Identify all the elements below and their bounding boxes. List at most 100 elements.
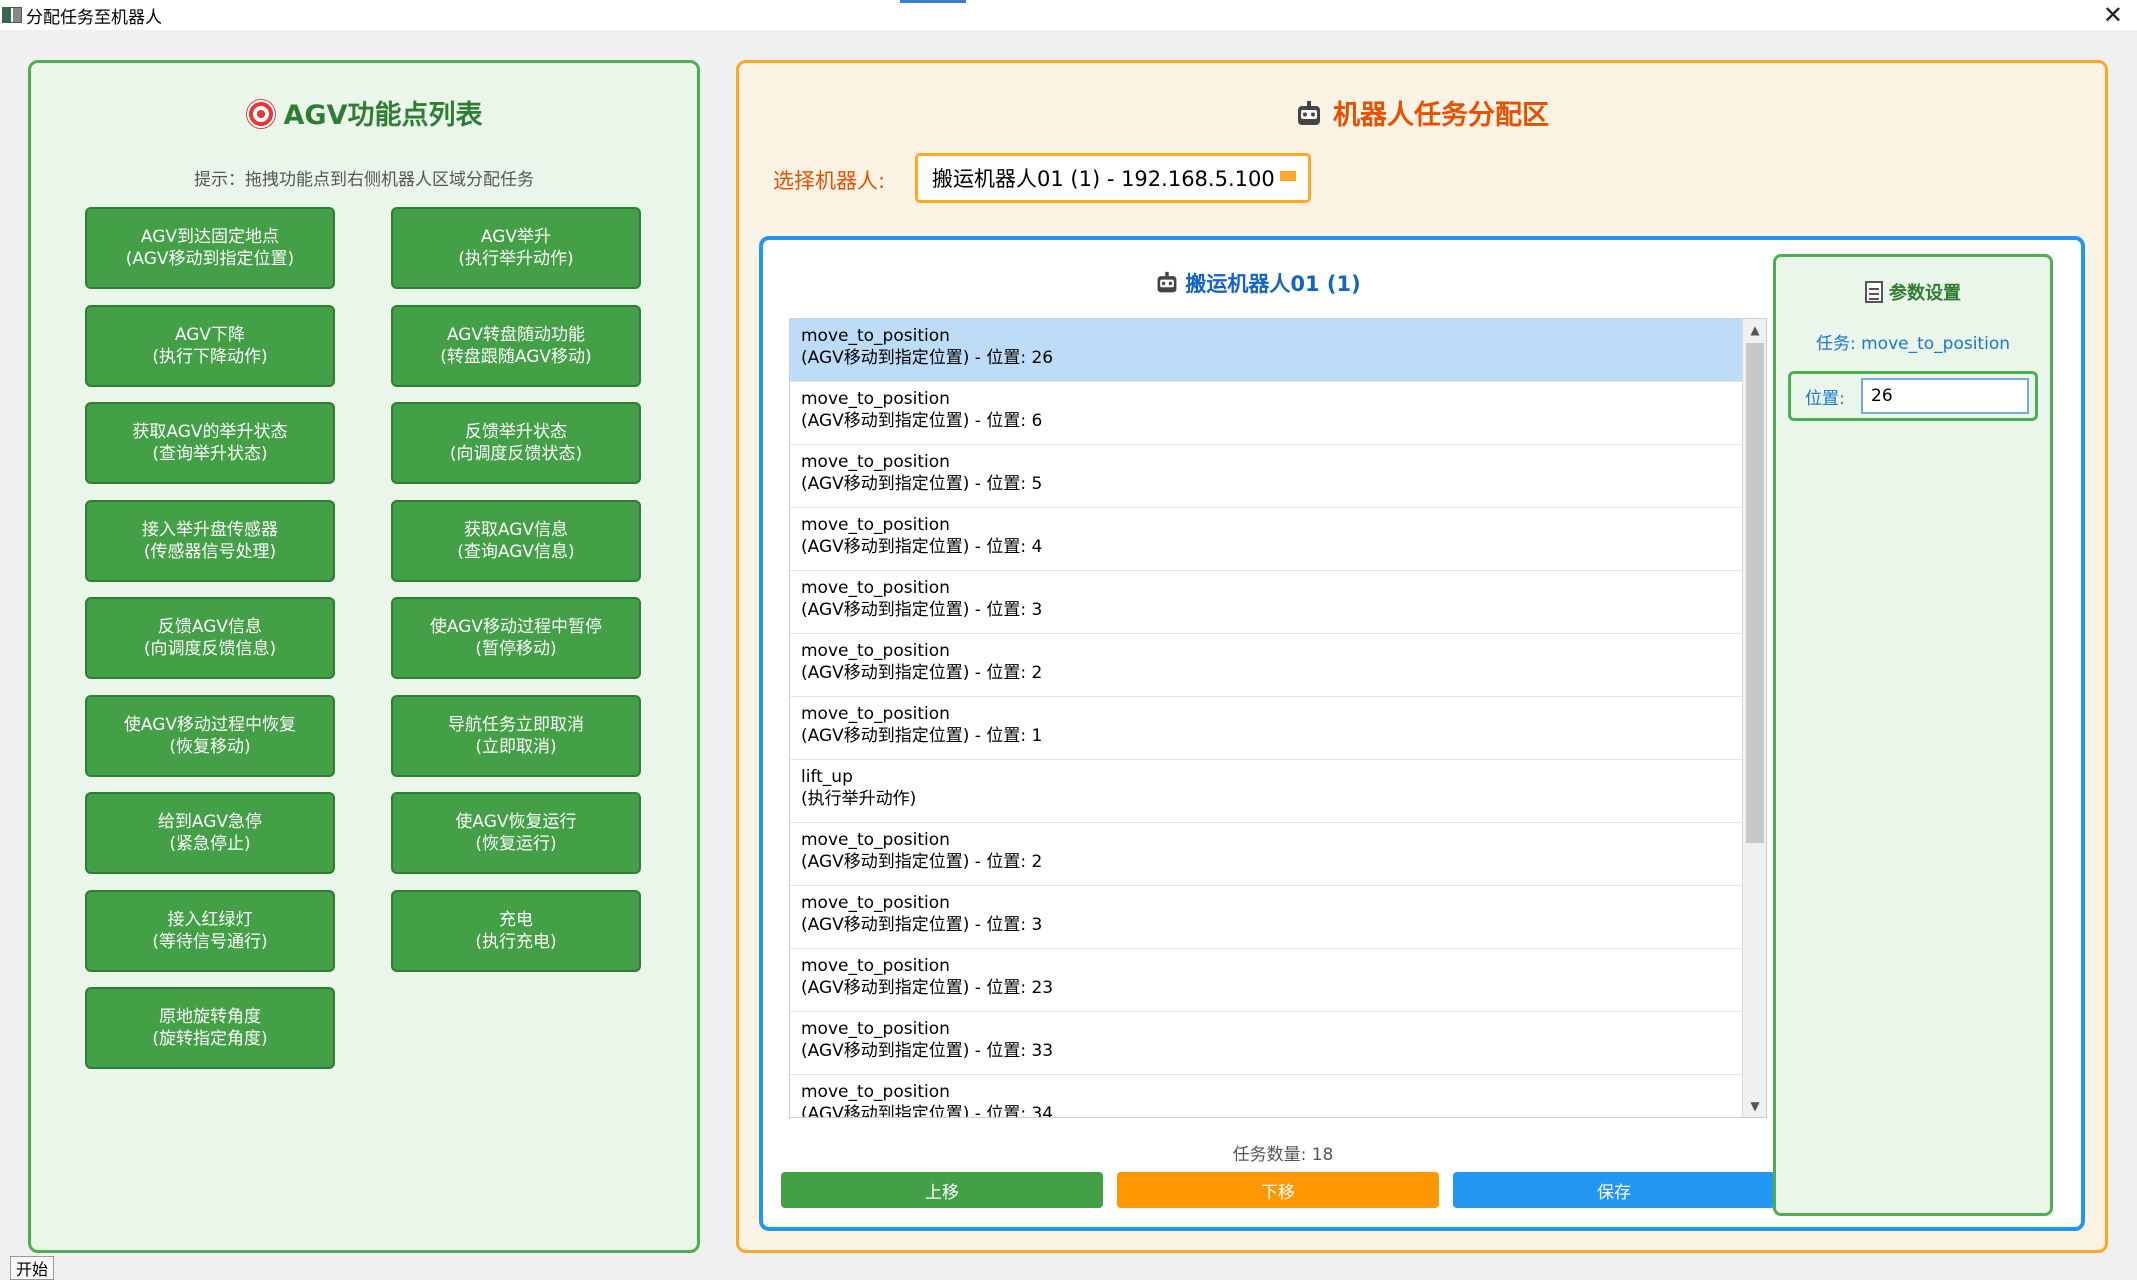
task-description: (AGV移动到指定位置) - 位置: 34 xyxy=(801,1104,1054,1118)
task-list-item[interactable]: move_to_position (AGV移动到指定位置) - 位置: 5 xyxy=(790,445,1743,508)
function-desc: (恢复移动) xyxy=(169,736,251,757)
dropdown-icon[interactable] xyxy=(1280,171,1296,181)
function-desc: (恢复运行) xyxy=(475,834,557,854)
robot-icon xyxy=(1157,271,1177,293)
function-button[interactable]: 使AGV移动过程中暂停 (暂停移动) xyxy=(391,597,641,679)
task-list-item[interactable]: move_to_position (AGV移动到指定位置) - 位置: 23 xyxy=(790,949,1743,1012)
task-list-scrollbar[interactable]: ▲ ▼ xyxy=(1742,319,1766,1117)
robot-name-header: 搬运机器人01 (1) xyxy=(763,268,1753,298)
function-desc: (向调度反馈信息) xyxy=(143,639,277,659)
function-desc: (紧急停止) xyxy=(169,834,251,854)
function-button[interactable]: AGV转盘随动功能 (转盘跟随AGV移动) xyxy=(391,304,641,387)
function-button[interactable]: 使AGV恢复运行 (恢复运行) xyxy=(391,792,641,874)
task-description: (AGV移动到指定位置) - 位置: 3 xyxy=(801,600,1043,620)
scroll-thumb[interactable] xyxy=(1746,343,1764,843)
function-desc: (向调度反馈状态) xyxy=(449,444,583,464)
task-command: move_to_position xyxy=(801,578,950,598)
task-items: move_to_position (AGV移动到指定位置) - 位置: 26 mov… xyxy=(790,319,1766,1118)
task-command: move_to_position xyxy=(801,1019,950,1039)
close-icon[interactable]: ✕ xyxy=(2103,1,2123,29)
task-list-item[interactable]: move_to_position (AGV移动到指定位置) - 位置: 6 xyxy=(790,382,1743,445)
function-desc: (执行下降动作) xyxy=(152,346,268,367)
task-command: move_to_position xyxy=(801,1082,950,1102)
task-description: (AGV移动到指定位置) - 位置: 33 xyxy=(801,1041,1054,1061)
task-description: (AGV移动到指定位置) - 位置: 1 xyxy=(801,726,1043,746)
function-button[interactable]: AGV到达固定地点 (AGV移动到指定位置) xyxy=(85,207,335,289)
position-input[interactable]: 26 xyxy=(1861,378,2029,414)
window-title: 分配任务至机器人 xyxy=(26,7,162,28)
function-name: 反馈举升状态 xyxy=(465,422,567,442)
move-down-button[interactable]: 下移 xyxy=(1117,1172,1439,1208)
task-description: (AGV移动到指定位置) - 位置: 23 xyxy=(801,978,1054,998)
task-list-item[interactable]: move_to_position (AGV移动到指定位置) - 位置: 4 xyxy=(790,508,1743,571)
function-desc: (查询举升状态) xyxy=(152,444,268,464)
start-button[interactable]: 开始 xyxy=(10,1256,54,1280)
function-button[interactable]: 获取AGV的举升状态 (查询举升状态) xyxy=(85,402,335,484)
function-button[interactable]: 接入红绿灯 (等待信号通行) xyxy=(85,889,335,972)
task-list-item[interactable]: move_to_position (AGV移动到指定位置) - 位置: 3 xyxy=(790,571,1743,634)
task-command: lift_up xyxy=(801,767,853,787)
task-list-item[interactable]: lift_up (执行举升动作) xyxy=(790,760,1743,823)
function-desc: (执行举升动作) xyxy=(458,249,574,269)
param-title: 参数设置 xyxy=(1776,279,2050,305)
move-up-button[interactable]: 上移 xyxy=(781,1172,1103,1208)
function-button[interactable]: 充电 (执行充电) xyxy=(391,889,641,972)
function-button[interactable]: 使AGV移动过程中恢复 (恢复移动) xyxy=(85,694,335,777)
task-description: (AGV移动到指定位置) - 位置: 26 xyxy=(801,348,1054,368)
position-param-row: 位置: 26 xyxy=(1788,371,2038,421)
task-list-item[interactable]: move_to_position (AGV移动到指定位置) - 位置: 26 xyxy=(790,319,1743,382)
task-list-item[interactable]: move_to_position (AGV移动到指定位置) - 位置: 3 xyxy=(790,886,1743,949)
task-assign-panel: 机器人任务分配区 选择机器人: 搬运机器人01 (1) - 192.168.5.… xyxy=(736,60,2108,1253)
function-button[interactable]: 接入举升盘传感器 (传感器信号处理) xyxy=(85,499,335,582)
function-button[interactable]: 原地旋转角度 (旋转指定角度) xyxy=(85,987,335,1069)
task-command: move_to_position xyxy=(801,389,950,409)
task-command: move_to_position xyxy=(801,704,950,724)
task-command: move_to_position xyxy=(801,515,950,535)
function-name: AGV到达固定地点 xyxy=(140,227,280,247)
chevron-up-icon[interactable]: ▲ xyxy=(1743,319,1766,341)
function-name: 原地旋转角度 xyxy=(159,1007,261,1027)
function-desc: (转盘跟随AGV移动) xyxy=(440,346,592,367)
task-list-item[interactable]: move_to_position (AGV移动到指定位置) - 位置: 33 xyxy=(790,1012,1743,1075)
task-command: move_to_position xyxy=(801,641,950,661)
function-name: AGV举升 xyxy=(480,227,552,247)
function-name: 充电 xyxy=(499,909,533,930)
task-count: 任务数量: 18 xyxy=(1232,1145,1334,1165)
memo-icon xyxy=(1865,281,1883,303)
function-button[interactable]: 反馈举升状态 (向调度反馈状态) xyxy=(391,402,641,484)
function-button[interactable]: 反馈AGV信息 (向调度反馈信息) xyxy=(85,597,335,679)
function-button[interactable]: 导航任务立即取消 (立即取消) xyxy=(391,694,641,777)
save-button[interactable]: 保存 xyxy=(1453,1172,1775,1208)
task-description: (AGV移动到指定位置) - 位置: 4 xyxy=(801,537,1043,557)
task-description: (AGV移动到指定位置) - 位置: 3 xyxy=(801,915,1043,935)
task-command: move_to_position xyxy=(801,956,950,976)
task-list[interactable]: move_to_position (AGV移动到指定位置) - 位置: 26 mov… xyxy=(789,318,1767,1118)
robot-select-value: 搬运机器人01 (1) - 192.168.5.100 xyxy=(932,167,1275,191)
task-list-item[interactable]: move_to_position (AGV移动到指定位置) - 位置: 2 xyxy=(790,634,1743,697)
function-button[interactable]: 获取AGV信息 (查询AGV信息) xyxy=(391,499,641,582)
function-desc: (查询AGV信息) xyxy=(457,541,575,562)
robot-work-area: 搬运机器人01 (1) move_to_position (AGV移动到指定位置)… xyxy=(759,236,2085,1231)
task-list-item[interactable]: move_to_position (AGV移动到指定位置) - 位置: 1 xyxy=(790,697,1743,760)
function-list-panel: AGV功能点列表 提示：拖拽功能点到右侧机器人区域分配任务 AGV到达固定地点(… xyxy=(28,60,700,1253)
task-command: move_to_position xyxy=(801,452,950,472)
task-description: (执行举升动作) xyxy=(801,789,917,809)
function-desc: (等待信号通行) xyxy=(152,931,268,952)
task-list-item[interactable]: move_to_position (AGV移动到指定位置) - 位置: 2 xyxy=(790,823,1743,886)
robot-select[interactable]: 搬运机器人01 (1) - 192.168.5.100 xyxy=(915,153,1311,203)
task-description: (AGV移动到指定位置) - 位置: 5 xyxy=(801,474,1043,494)
function-list-title: AGV功能点列表 xyxy=(31,93,697,132)
function-desc: (暂停移动) xyxy=(475,639,557,659)
function-name: 反馈AGV信息 xyxy=(157,617,263,637)
chevron-down-icon[interactable]: ▼ xyxy=(1743,1095,1766,1117)
function-button[interactable]: 给到AGV急停 (紧急停止) xyxy=(85,792,335,874)
task-description: (AGV移动到指定位置) - 位置: 2 xyxy=(801,663,1043,683)
task-description: (AGV移动到指定位置) - 位置: 2 xyxy=(801,852,1043,872)
robot-select-label: 选择机器人: xyxy=(773,169,886,193)
function-desc: (旋转指定角度) xyxy=(152,1029,268,1049)
robot-icon xyxy=(1298,101,1320,125)
function-button[interactable]: AGV下降 (执行下降动作) xyxy=(85,304,335,387)
function-name: 使AGV恢复运行 xyxy=(455,812,577,832)
function-button[interactable]: AGV举升 (执行举升动作) xyxy=(391,207,641,289)
task-list-item[interactable]: move_to_position (AGV移动到指定位置) - 位置: 34 xyxy=(790,1075,1743,1118)
